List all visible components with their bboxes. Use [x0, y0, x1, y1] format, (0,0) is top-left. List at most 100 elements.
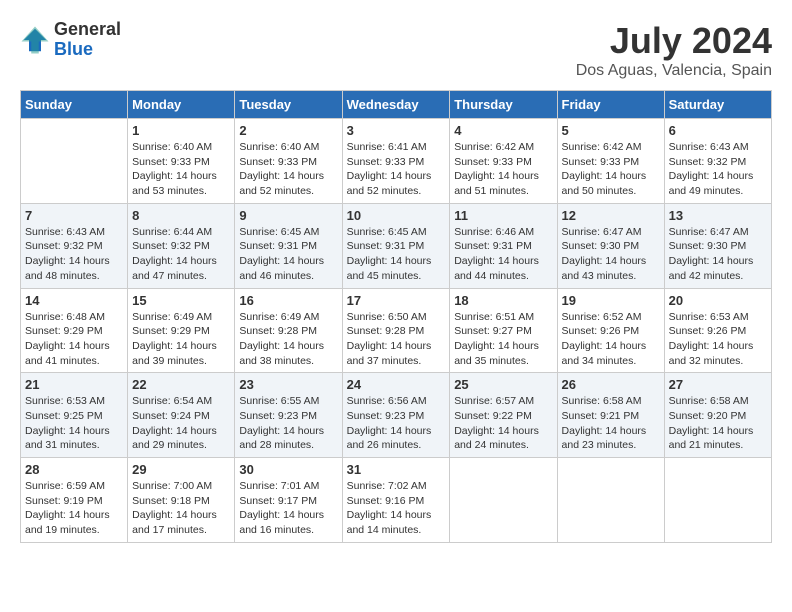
weekday-header: Sunday: [21, 91, 128, 119]
day-number: 4: [454, 123, 552, 138]
calendar-week-row: 14 Sunrise: 6:48 AMSunset: 9:29 PMDayligh…: [21, 288, 772, 373]
day-info: Sunrise: 6:45 AMSunset: 9:31 PMDaylight:…: [239, 225, 337, 284]
day-info: Sunrise: 6:58 AMSunset: 9:20 PMDaylight:…: [669, 394, 767, 453]
day-number: 2: [239, 123, 337, 138]
day-info: Sunrise: 6:47 AMSunset: 9:30 PMDaylight:…: [562, 225, 660, 284]
day-info: Sunrise: 6:53 AMSunset: 9:26 PMDaylight:…: [669, 310, 767, 369]
calendar-cell: 6Sunrise: 6:43 AMSunset: 9:32 PMDaylight…: [664, 119, 771, 204]
title-block: July 2024 Dos Aguas, Valencia, Spain: [576, 20, 772, 80]
day-info: Sunrise: 6:50 AMSunset: 9:28 PMDaylight:…: [347, 310, 446, 369]
day-number: 3: [347, 123, 446, 138]
day-info: Sunrise: 6:45 AMSunset: 9:31 PMDaylight:…: [347, 225, 446, 284]
day-info: Sunrise: 6:40 AMSunset: 9:33 PMDaylight:…: [239, 140, 337, 199]
logo: General Blue: [20, 20, 121, 60]
day-info: Sunrise: 7:01 AMSunset: 9:17 PMDaylight:…: [239, 479, 337, 538]
calendar-cell: [450, 458, 557, 543]
day-number: 31: [347, 462, 446, 477]
day-number: 22: [132, 377, 230, 392]
calendar-cell: 22 Sunrise: 6:54 AMSunset: 9:24 PMDayligh…: [128, 373, 235, 458]
calendar-cell: 24Sunrise: 6:56 AMSunset: 9:23 PMDayligh…: [342, 373, 450, 458]
weekday-header: Tuesday: [235, 91, 342, 119]
day-info: Sunrise: 6:48 AMSunset: 9:29 PMDaylight:…: [25, 310, 123, 369]
day-number: 28: [25, 462, 123, 477]
day-info: Sunrise: 7:02 AMSunset: 9:16 PMDaylight:…: [347, 479, 446, 538]
day-number: 25: [454, 377, 552, 392]
calendar-week-row: 7 Sunrise: 6:43 AMSunset: 9:32 PMDaylight…: [21, 203, 772, 288]
calendar-cell: 30 Sunrise: 7:01 AMSunset: 9:17 PMDayligh…: [235, 458, 342, 543]
calendar-cell: 5 Sunrise: 6:42 AMSunset: 9:33 PMDaylight…: [557, 119, 664, 204]
day-info: Sunrise: 6:52 AMSunset: 9:26 PMDaylight:…: [562, 310, 660, 369]
day-info: Sunrise: 6:58 AMSunset: 9:21 PMDaylight:…: [562, 394, 660, 453]
day-number: 9: [239, 208, 337, 223]
calendar-cell: 21Sunrise: 6:53 AMSunset: 9:25 PMDayligh…: [21, 373, 128, 458]
day-number: 29: [132, 462, 230, 477]
day-info: Sunrise: 6:49 AMSunset: 9:28 PMDaylight:…: [239, 310, 337, 369]
day-info: Sunrise: 6:40 AMSunset: 9:33 PMDaylight:…: [132, 140, 230, 199]
day-info: Sunrise: 6:57 AMSunset: 9:22 PMDaylight:…: [454, 394, 552, 453]
day-number: 5: [562, 123, 660, 138]
weekday-header: Thursday: [450, 91, 557, 119]
calendar-cell: 4 Sunrise: 6:42 AMSunset: 9:33 PMDaylight…: [450, 119, 557, 204]
day-number: 24: [347, 377, 446, 392]
calendar-cell: 16 Sunrise: 6:49 AMSunset: 9:28 PMDayligh…: [235, 288, 342, 373]
calendar-header-row: SundayMondayTuesdayWednesdayThursdayFrid…: [21, 91, 772, 119]
day-info: Sunrise: 6:49 AMSunset: 9:29 PMDaylight:…: [132, 310, 230, 369]
day-number: 23: [239, 377, 337, 392]
day-number: 12: [562, 208, 660, 223]
calendar-cell: 2 Sunrise: 6:40 AMSunset: 9:33 PMDaylight…: [235, 119, 342, 204]
month-title: July 2024: [576, 20, 772, 62]
calendar-table: SundayMondayTuesdayWednesdayThursdayFrid…: [20, 90, 772, 543]
day-number: 6: [669, 123, 767, 138]
calendar-cell: 11Sunrise: 6:46 AMSunset: 9:31 PMDayligh…: [450, 203, 557, 288]
calendar-cell: 28 Sunrise: 6:59 AMSunset: 9:19 PMDayligh…: [21, 458, 128, 543]
day-number: 16: [239, 293, 337, 308]
logo-general: General: [54, 20, 121, 40]
day-info: Sunrise: 6:42 AMSunset: 9:33 PMDaylight:…: [562, 140, 660, 199]
calendar-cell: 15Sunrise: 6:49 AMSunset: 9:29 PMDayligh…: [128, 288, 235, 373]
day-info: Sunrise: 6:53 AMSunset: 9:25 PMDaylight:…: [25, 394, 123, 453]
calendar-cell: 7 Sunrise: 6:43 AMSunset: 9:32 PMDaylight…: [21, 203, 128, 288]
day-info: Sunrise: 6:59 AMSunset: 9:19 PMDaylight:…: [25, 479, 123, 538]
calendar-cell: 3 Sunrise: 6:41 AMSunset: 9:33 PMDaylight…: [342, 119, 450, 204]
calendar-week-row: 21Sunrise: 6:53 AMSunset: 9:25 PMDayligh…: [21, 373, 772, 458]
calendar-cell: 1Sunrise: 6:40 AMSunset: 9:33 PMDaylight…: [128, 119, 235, 204]
location-title: Dos Aguas, Valencia, Spain: [576, 62, 772, 80]
calendar-cell: 10Sunrise: 6:45 AMSunset: 9:31 PMDayligh…: [342, 203, 450, 288]
calendar-cell: 14 Sunrise: 6:48 AMSunset: 9:29 PMDayligh…: [21, 288, 128, 373]
calendar-week-row: 28 Sunrise: 6:59 AMSunset: 9:19 PMDayligh…: [21, 458, 772, 543]
day-number: 26: [562, 377, 660, 392]
day-info: Sunrise: 6:47 AMSunset: 9:30 PMDaylight:…: [669, 225, 767, 284]
day-info: Sunrise: 6:54 AMSunset: 9:24 PMDaylight:…: [132, 394, 230, 453]
calendar-cell: 29 Sunrise: 7:00 AMSunset: 9:18 PMDayligh…: [128, 458, 235, 543]
calendar-cell: 17 Sunrise: 6:50 AMSunset: 9:28 PMDayligh…: [342, 288, 450, 373]
weekday-header: Monday: [128, 91, 235, 119]
calendar-cell: [557, 458, 664, 543]
day-number: 13: [669, 208, 767, 223]
day-info: Sunrise: 6:55 AMSunset: 9:23 PMDaylight:…: [239, 394, 337, 453]
day-number: 7: [25, 208, 123, 223]
day-info: Sunrise: 6:41 AMSunset: 9:33 PMDaylight:…: [347, 140, 446, 199]
calendar-cell: 27 Sunrise: 6:58 AMSunset: 9:20 PMDayligh…: [664, 373, 771, 458]
calendar-cell: 20Sunrise: 6:53 AMSunset: 9:26 PMDayligh…: [664, 288, 771, 373]
logo-icon: [20, 25, 50, 55]
day-number: 19: [562, 293, 660, 308]
day-number: 14: [25, 293, 123, 308]
day-info: Sunrise: 7:00 AMSunset: 9:18 PMDaylight:…: [132, 479, 230, 538]
calendar-cell: [21, 119, 128, 204]
day-info: Sunrise: 6:42 AMSunset: 9:33 PMDaylight:…: [454, 140, 552, 199]
weekday-header: Friday: [557, 91, 664, 119]
calendar-cell: 25 Sunrise: 6:57 AMSunset: 9:22 PMDayligh…: [450, 373, 557, 458]
calendar-cell: 26 Sunrise: 6:58 AMSunset: 9:21 PMDayligh…: [557, 373, 664, 458]
calendar-cell: 31 Sunrise: 7:02 AMSunset: 9:16 PMDayligh…: [342, 458, 450, 543]
day-number: 30: [239, 462, 337, 477]
calendar-cell: 12 Sunrise: 6:47 AMSunset: 9:30 PMDayligh…: [557, 203, 664, 288]
day-info: Sunrise: 6:43 AMSunset: 9:32 PMDaylight:…: [25, 225, 123, 284]
day-info: Sunrise: 6:46 AMSunset: 9:31 PMDaylight:…: [454, 225, 552, 284]
day-number: 17: [347, 293, 446, 308]
day-number: 27: [669, 377, 767, 392]
calendar-cell: 23 Sunrise: 6:55 AMSunset: 9:23 PMDayligh…: [235, 373, 342, 458]
calendar-cell: 8Sunrise: 6:44 AMSunset: 9:32 PMDaylight…: [128, 203, 235, 288]
day-info: Sunrise: 6:51 AMSunset: 9:27 PMDaylight:…: [454, 310, 552, 369]
calendar-cell: 9 Sunrise: 6:45 AMSunset: 9:31 PMDaylight…: [235, 203, 342, 288]
weekday-header: Saturday: [664, 91, 771, 119]
